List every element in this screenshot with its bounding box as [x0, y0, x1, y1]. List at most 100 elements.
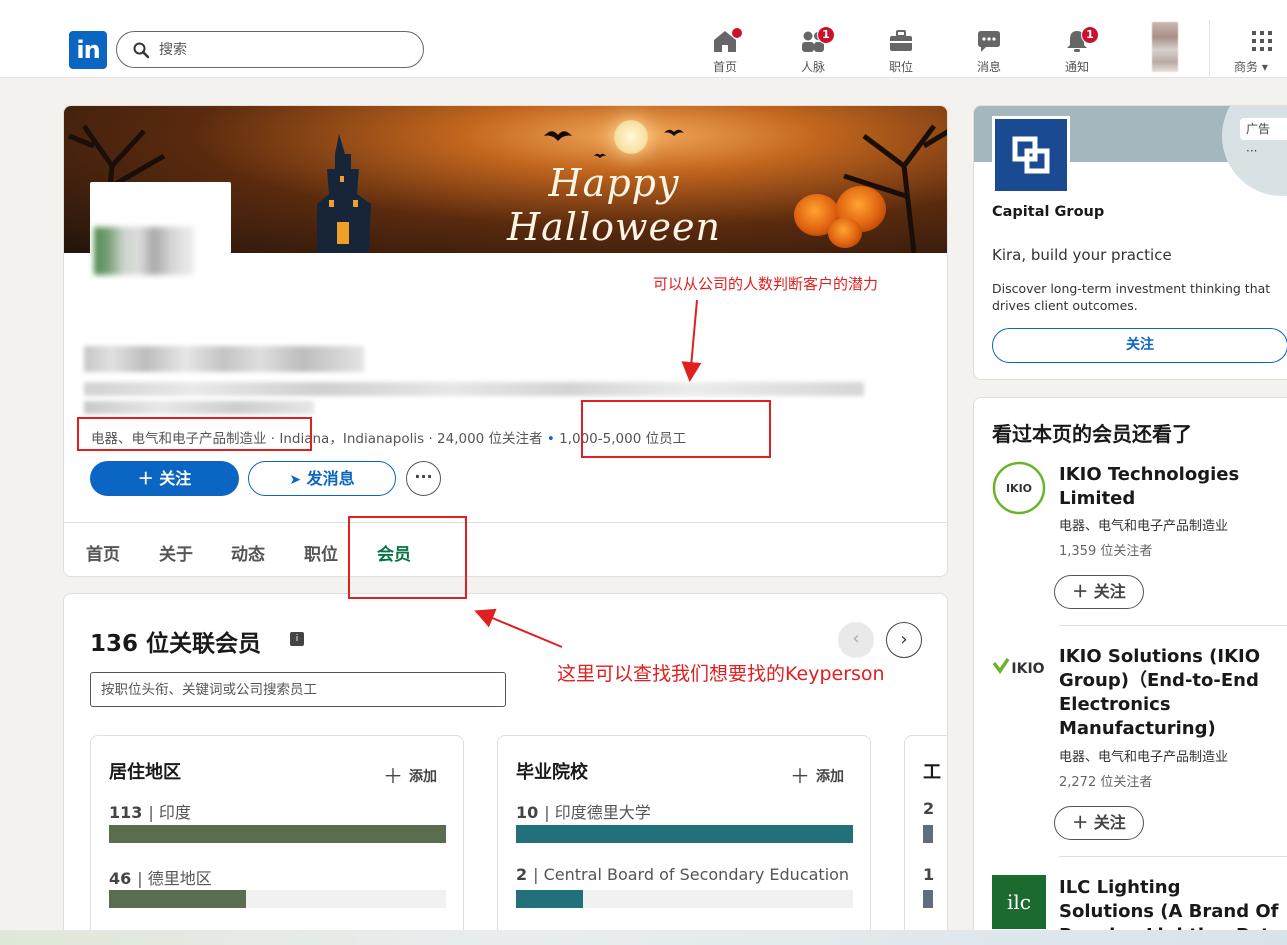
annotation-size-box [581, 400, 771, 458]
more-options-button[interactable]: ··· [406, 461, 441, 496]
stat-bar-fill [516, 890, 584, 908]
browser-top-strip [0, 0, 1287, 20]
me-avatar[interactable] [1152, 22, 1178, 72]
nav-business-label: 商务 ▾ [1234, 58, 1287, 75]
info-lock-icon[interactable]: i [290, 632, 304, 646]
company-name[interactable]: IKIO Technologies Limited [1059, 463, 1279, 511]
tab-posts[interactable]: 动态 [231, 540, 265, 565]
ikio-logo-icon: IKIO [992, 461, 1046, 515]
search-input[interactable] [159, 39, 409, 61]
message-button-label: 发消息 [306, 469, 355, 488]
ikio-technologies-logo[interactable]: IKIO [992, 461, 1046, 515]
company-tagline-blurred [84, 382, 864, 396]
stat-row[interactable]: 2 | Central Board of Secondary Education [516, 865, 849, 884]
ad-card: 广告 ··· Capital Group Kira, build your pr… [973, 105, 1287, 380]
tab-jobs[interactable]: 职位 [304, 540, 338, 565]
stat-add-button[interactable]: ＋ 添加 [383, 760, 437, 789]
stat-bar-partial [923, 825, 933, 843]
stat-label: 德里地区 [147, 869, 212, 888]
nav-business-text: 商务 [1234, 60, 1259, 74]
message-button[interactable]: ➤ 发消息 [248, 461, 396, 496]
notifications-badge: 1 [1081, 26, 1099, 44]
stat-add-button[interactable]: ＋ 添加 [790, 760, 844, 789]
ikio-logo-icon: IKIO [992, 658, 1045, 677]
stat-label: 印度德里大学 [554, 803, 651, 822]
network-badge: 1 [817, 26, 835, 44]
home-badge-dot [731, 27, 743, 39]
stat-bar-fill [109, 890, 247, 908]
ad-company-name[interactable]: Capital Group [992, 204, 1104, 220]
ad-company-logo[interactable] [992, 116, 1070, 194]
stat-label: Central Board of Secondary Education [543, 865, 850, 884]
meta-dot: • [546, 431, 555, 447]
ilc-logo-text: ilc [1007, 890, 1031, 914]
global-search[interactable] [116, 31, 424, 68]
stat-count: 2 [923, 799, 935, 818]
nav-network[interactable]: 1 人脉 [783, 26, 843, 74]
also-viewed-card: 看过本页的会员还看了 IKIO IKIO Technologies Limite… [973, 397, 1287, 945]
haunted-castle-illustration [317, 134, 371, 253]
company-name[interactable]: IKIO Solutions (IKIO Group)（End-to-End E… [1059, 645, 1279, 741]
follow-company-button[interactable]: ＋ 关注 [1054, 575, 1144, 609]
top-navbar: in 首页 1 人脉 职位 消息 1 [0, 20, 1287, 78]
list-divider [1059, 856, 1287, 857]
company-logo-blurred [94, 227, 194, 275]
member-search-input[interactable] [90, 672, 506, 707]
stat-count: 10 [516, 803, 539, 822]
company-followers: 2,272 位关注者 [1059, 775, 1153, 790]
also-viewed-title: 看过本页的会员还看了 [992, 422, 1192, 446]
ikio-logo-text: IKIO [1006, 482, 1032, 495]
carousel-prev-button[interactable]: ‹ [838, 622, 874, 658]
company-tagline-blurred-2 [84, 401, 314, 414]
list-divider [1059, 625, 1287, 626]
stat-bar-fill [516, 825, 853, 843]
stat-count: 113 [109, 803, 143, 822]
stat-count: 46 [109, 869, 132, 888]
plus-icon: ＋ [383, 764, 403, 788]
stat-row-partial: 1 [923, 865, 940, 884]
nav-home-label: 首页 [712, 60, 737, 74]
tab-about[interactable]: 关于 [159, 540, 193, 565]
follow-button[interactable]: ＋ 关注 [90, 461, 239, 496]
nav-messaging[interactable]: 消息 [959, 26, 1019, 74]
stat-card-title-partial: 工 [923, 762, 941, 783]
ad-description: Discover long-term investment thinking t… [992, 281, 1271, 313]
follow-company-button[interactable]: ＋ 关注 [1054, 806, 1144, 840]
ad-follow-button[interactable]: 关注 [992, 328, 1287, 363]
ilc-logo-icon: ilc [1007, 890, 1031, 914]
ad-label[interactable]: 广告 ··· [1240, 118, 1287, 158]
stat-bar [516, 825, 853, 843]
company-name-blurred [84, 346, 364, 372]
linkedin-logo[interactable]: in [69, 31, 107, 69]
search-icon [133, 42, 150, 59]
stat-bar [109, 890, 446, 908]
ilc-lighting-logo[interactable]: ilc [992, 875, 1046, 929]
nav-jobs[interactable]: 职位 [871, 26, 931, 74]
nav-business[interactable]: 商务 ▾ [1234, 26, 1287, 74]
stat-label: 印度 [158, 803, 191, 822]
tab-home[interactable]: 首页 [86, 540, 120, 565]
company-header-card: Happy Halloween 电器、电气和电子产品制造业 · Indiana，… [63, 105, 948, 577]
stat-row[interactable]: 10 | 印度德里大学 [516, 799, 651, 823]
ikio-solutions-logo[interactable]: IKIO [992, 643, 1046, 697]
nav-notifications[interactable]: 1 通知 [1047, 26, 1107, 74]
stat-card-title: 毕业院校 [516, 762, 588, 783]
carousel-next-button[interactable]: › [886, 622, 922, 658]
stat-count: 2 [516, 865, 528, 884]
stat-row[interactable]: 46 | 德里地区 [109, 865, 212, 889]
caret-down-icon: ▾ [1261, 60, 1268, 74]
nav-jobs-label: 职位 [888, 60, 913, 74]
banner-title: Happy Halloween [507, 161, 721, 249]
company-logo[interactable] [90, 182, 231, 282]
stat-count: 1 [923, 865, 935, 884]
members-count-title: 136 位关联会员 [90, 631, 262, 657]
stat-row[interactable]: 113 | 印度 [109, 799, 191, 823]
nav-messaging-label: 消息 [976, 60, 1001, 74]
stat-card-location: 居住地区 ＋ 添加 113 | 印度 46 | 德里地区 [90, 735, 464, 945]
stat-row-partial: 2 [923, 799, 940, 818]
stat-card-school: 毕业院校 ＋ 添加 10 | 印度德里大学 2 | Central Board of … [497, 735, 871, 945]
nav-home[interactable]: 首页 [695, 26, 755, 74]
company-name[interactable]: ILC Lighting Solutions (A Brand Of Royal… [1059, 876, 1279, 932]
nav-network-label: 人脉 [800, 60, 825, 74]
stat-add-label: 添加 [816, 769, 844, 785]
